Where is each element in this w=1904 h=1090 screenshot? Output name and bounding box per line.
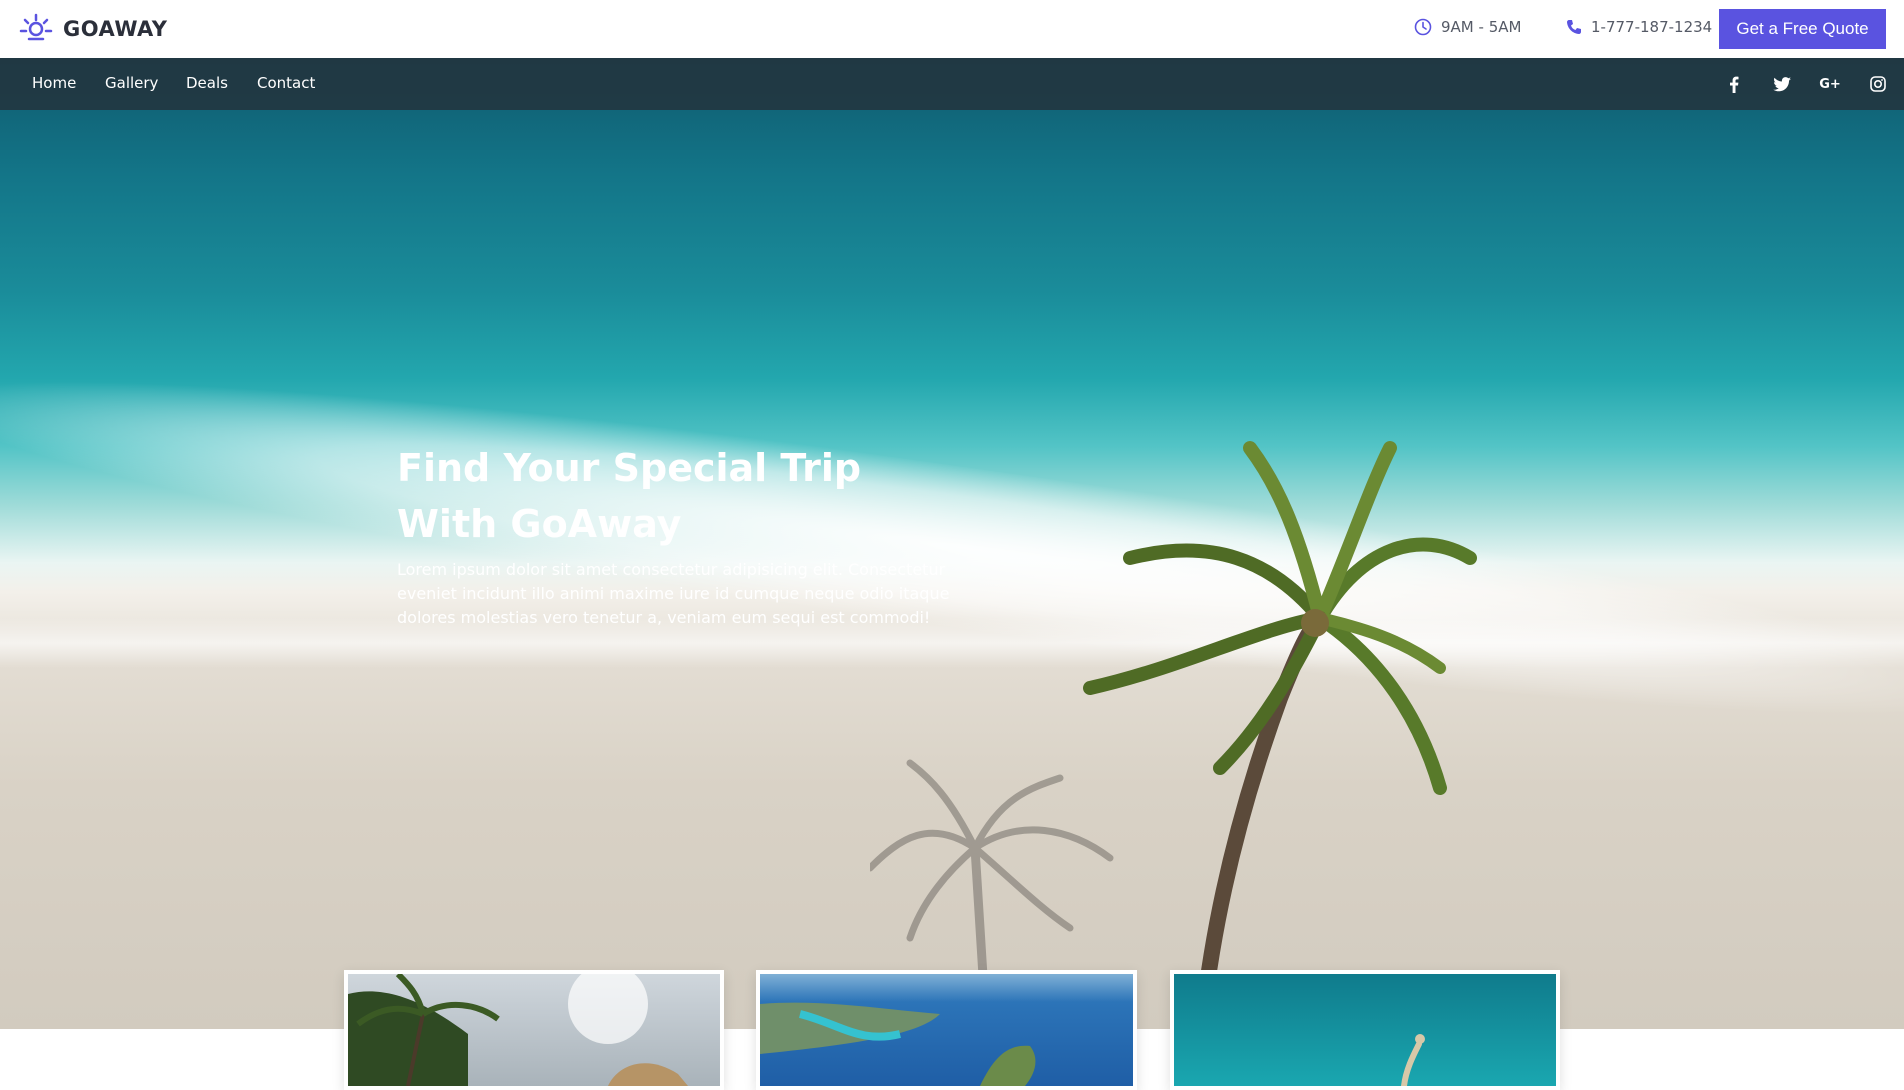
- facebook-icon[interactable]: [1724, 74, 1744, 94]
- underwater-swim-card[interactable]: [1170, 970, 1560, 1090]
- island-aerial-card[interactable]: [756, 970, 1137, 1090]
- twitter-icon[interactable]: [1772, 74, 1792, 94]
- nav-gallery[interactable]: Gallery: [105, 74, 158, 92]
- clock-icon: [1414, 18, 1432, 36]
- get-quote-button[interactable]: Get a Free Quote: [1719, 9, 1886, 49]
- nav-contact[interactable]: Contact: [257, 74, 315, 92]
- brand-name: GOAWAY: [63, 17, 168, 41]
- nav-home[interactable]: Home: [32, 74, 76, 92]
- hero-title-line2: With GoAway: [397, 502, 682, 546]
- google-plus-icon[interactable]: G+: [1819, 74, 1841, 94]
- palm-tree-graphic: [1083, 441, 1477, 1029]
- instagram-icon[interactable]: [1868, 74, 1888, 94]
- phone-number: 1-777-187-1234: [1591, 18, 1713, 36]
- main-navbar: Home Gallery Deals Contact G+: [0, 58, 1904, 110]
- hours-text: 9AM - 5AM: [1441, 18, 1522, 36]
- business-hours: 9AM - 5AM: [1414, 18, 1521, 36]
- top-bar: GOAWAY 9AM - 5AM 1-777-187-1234 Get a Fr…: [0, 0, 1904, 58]
- tropical-beach-card[interactable]: [344, 964, 724, 1090]
- brand[interactable]: GOAWAY: [19, 12, 168, 46]
- hero-description: Lorem ipsum dolor sit amet consectetur a…: [397, 560, 950, 627]
- underwater-photo: [1174, 974, 1556, 1089]
- hero-title: Find Your Special Trip With GoAway: [397, 440, 957, 552]
- beach-photo: [348, 964, 720, 1087]
- nav-deals[interactable]: Deals: [186, 74, 228, 92]
- hero-title-line1: Find Your Special Trip: [397, 446, 862, 490]
- island-photo: [760, 974, 1133, 1086]
- phone-contact[interactable]: 1-777-187-1234: [1566, 18, 1712, 36]
- sun-logo-icon: [19, 13, 53, 41]
- phone-icon: [1567, 20, 1581, 34]
